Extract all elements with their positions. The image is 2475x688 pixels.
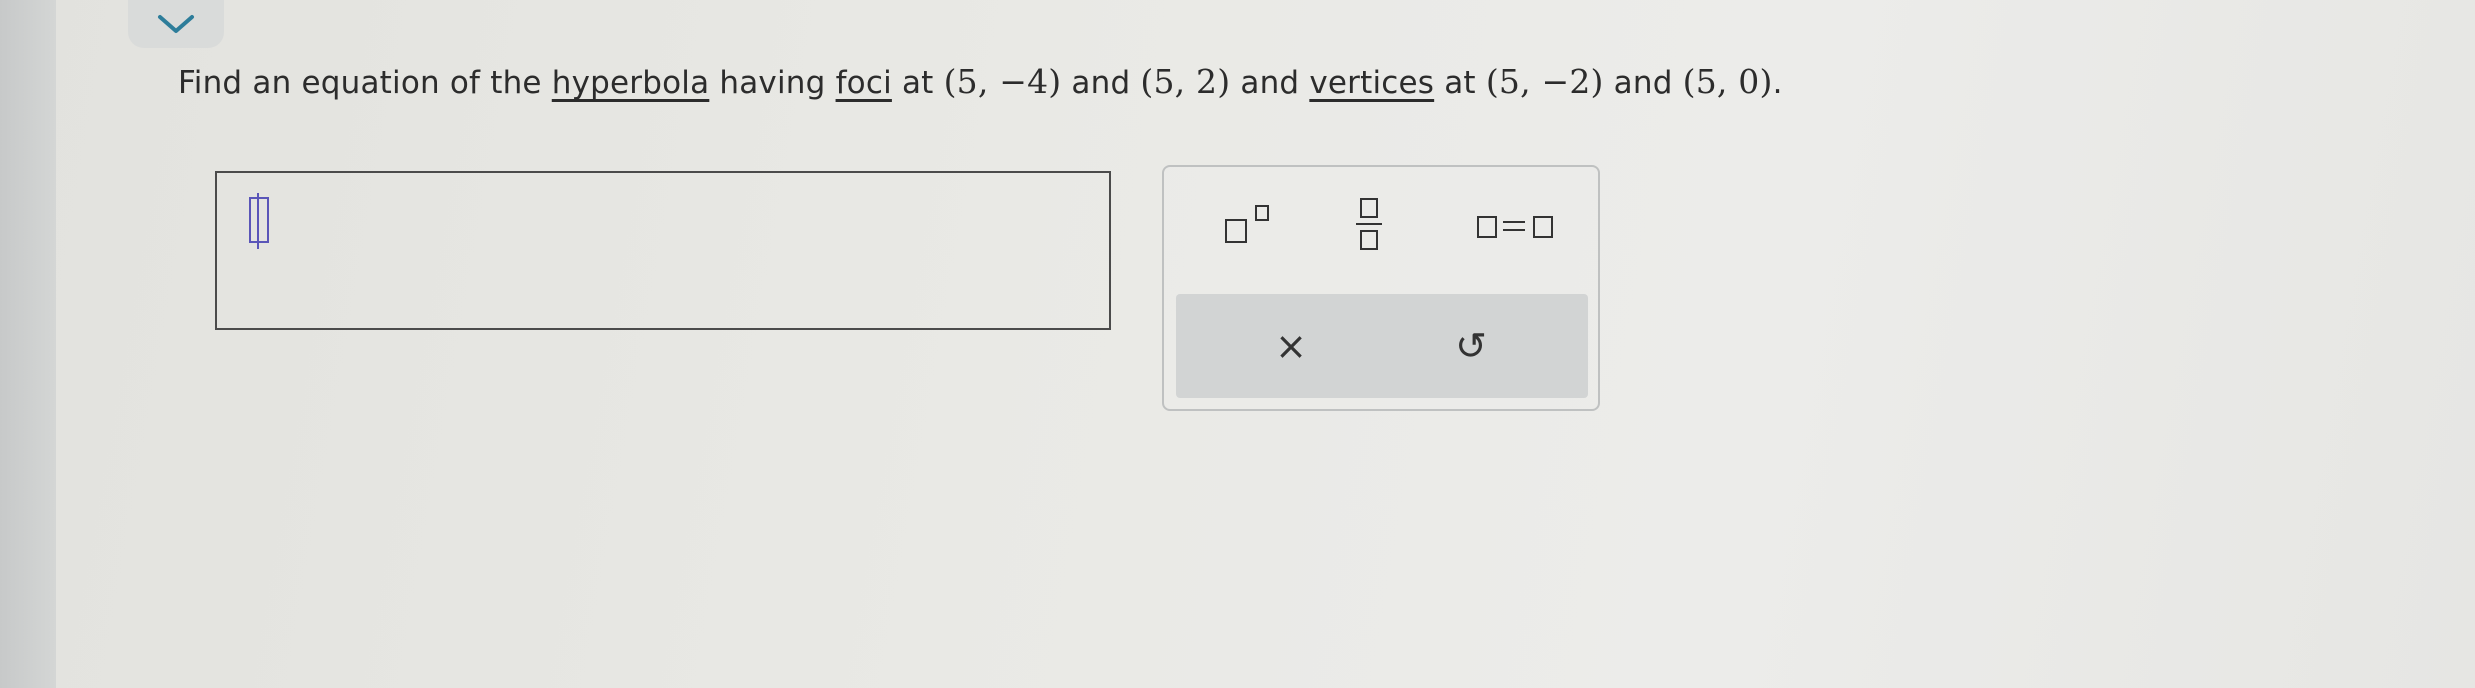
math-point: (5, −2) bbox=[1485, 62, 1604, 101]
question-part: and bbox=[1061, 65, 1141, 101]
math-point: (5, 2) bbox=[1140, 62, 1231, 101]
vertices-link[interactable]: vertices bbox=[1309, 65, 1434, 101]
fraction-button[interactable] bbox=[1334, 189, 1404, 259]
left-edge-panel bbox=[0, 0, 56, 688]
superscript-icon bbox=[1219, 205, 1279, 245]
clear-button[interactable]: × bbox=[1246, 314, 1336, 378]
undo-button[interactable]: ↺ bbox=[1426, 314, 1516, 378]
question-part: . bbox=[1772, 65, 1783, 101]
question-part: at bbox=[1434, 65, 1486, 101]
question-text: Find an equation of the hyperbola having… bbox=[178, 62, 1783, 101]
equation-button[interactable] bbox=[1464, 195, 1574, 255]
foci-link[interactable]: foci bbox=[836, 65, 892, 101]
question-part: and bbox=[1230, 65, 1310, 101]
chevron-down-icon bbox=[158, 15, 194, 33]
math-point: (5, −4) bbox=[943, 62, 1062, 101]
close-icon: × bbox=[1275, 324, 1307, 368]
equation-icon bbox=[1473, 210, 1565, 240]
input-cursor bbox=[249, 193, 269, 249]
question-part: and bbox=[1603, 65, 1683, 101]
question-part: Find an equation of the bbox=[178, 65, 552, 101]
superscript-button[interactable] bbox=[1204, 195, 1294, 255]
math-point: (5, 0) bbox=[1682, 62, 1773, 101]
question-part: at bbox=[891, 65, 944, 101]
fraction-icon bbox=[1354, 194, 1384, 254]
answer-input[interactable] bbox=[215, 171, 1111, 330]
collapse-toggle[interactable] bbox=[128, 0, 224, 48]
hyperbola-link[interactable]: hyperbola bbox=[552, 65, 710, 101]
action-bar: × ↺ bbox=[1176, 294, 1588, 398]
undo-icon: ↺ bbox=[1455, 324, 1487, 368]
question-part: having bbox=[709, 65, 836, 101]
math-palette: × ↺ bbox=[1162, 165, 1600, 411]
